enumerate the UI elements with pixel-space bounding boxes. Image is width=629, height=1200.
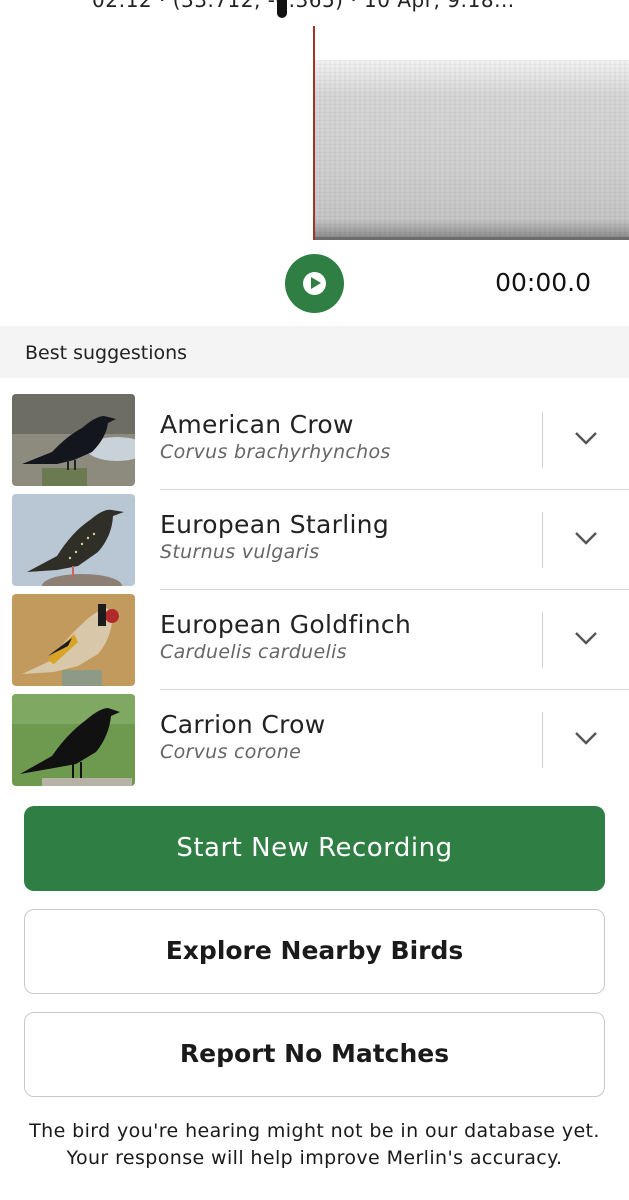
suggestion-item-european-starling[interactable]: European Starling Sturnus vulgaris: [0, 490, 629, 590]
bird-thumbnail: [12, 394, 135, 486]
disclaimer-line-2: Your response will help improve Merlin's…: [66, 1147, 563, 1169]
suggestion-list: American Crow Corvus brachyrhynchos Euro…: [0, 390, 629, 790]
suggestion-item-american-crow[interactable]: American Crow Corvus brachyrhynchos: [0, 390, 629, 490]
start-new-recording-button[interactable]: Start New Recording: [24, 806, 605, 891]
chevron-down-icon[interactable]: [574, 430, 598, 446]
scientific-name: Corvus brachyrhynchos: [160, 441, 391, 463]
scientific-name: Corvus corone: [160, 741, 302, 763]
common-name: Carrion Crow: [160, 710, 326, 739]
bird-thumbnail: [12, 494, 135, 586]
explore-nearby-birds-button[interactable]: Explore Nearby Birds: [24, 909, 605, 994]
chevron-down-icon[interactable]: [574, 630, 598, 646]
section-header: Best suggestions: [0, 326, 629, 378]
american-crow-image: [12, 394, 135, 486]
separator: [542, 412, 543, 468]
scrubber-handle[interactable]: [277, 0, 287, 18]
recording-meta: 02:12 · (33.712, -0.365) · 10 Apr, 9:18.…: [92, 0, 515, 12]
scientific-name: Sturnus vulgaris: [160, 541, 320, 563]
scientific-name: Carduelis carduelis: [160, 641, 347, 663]
disclaimer-text: The bird you're hearing might not be in …: [0, 1118, 629, 1172]
chevron-down-icon[interactable]: [574, 730, 598, 746]
european-starling-image: [12, 494, 135, 586]
carrion-crow-image: [12, 694, 135, 786]
playhead: [313, 26, 315, 240]
chevron-down-icon[interactable]: [574, 530, 598, 546]
play-button[interactable]: [285, 254, 344, 313]
suggestion-item-european-goldfinch[interactable]: European Goldfinch Carduelis carduelis: [0, 590, 629, 690]
common-name: European Goldfinch: [160, 610, 412, 639]
separator: [542, 612, 543, 668]
playback-timer: 00:00.0: [495, 268, 591, 297]
spectrogram[interactable]: [314, 60, 629, 240]
report-no-matches-button[interactable]: Report No Matches: [24, 1012, 605, 1097]
separator: [542, 712, 543, 768]
suggestion-item-carrion-crow[interactable]: Carrion Crow Corvus corone: [0, 690, 629, 790]
disclaimer-line-1: The bird you're hearing might not be in …: [29, 1120, 600, 1142]
bird-thumbnail: [12, 594, 135, 686]
common-name: American Crow: [160, 410, 354, 439]
separator: [542, 512, 543, 568]
common-name: European Starling: [160, 510, 390, 539]
bird-thumbnail: [12, 694, 135, 786]
section-header-label: Best suggestions: [25, 342, 188, 364]
european-goldfinch-image: [12, 594, 135, 686]
